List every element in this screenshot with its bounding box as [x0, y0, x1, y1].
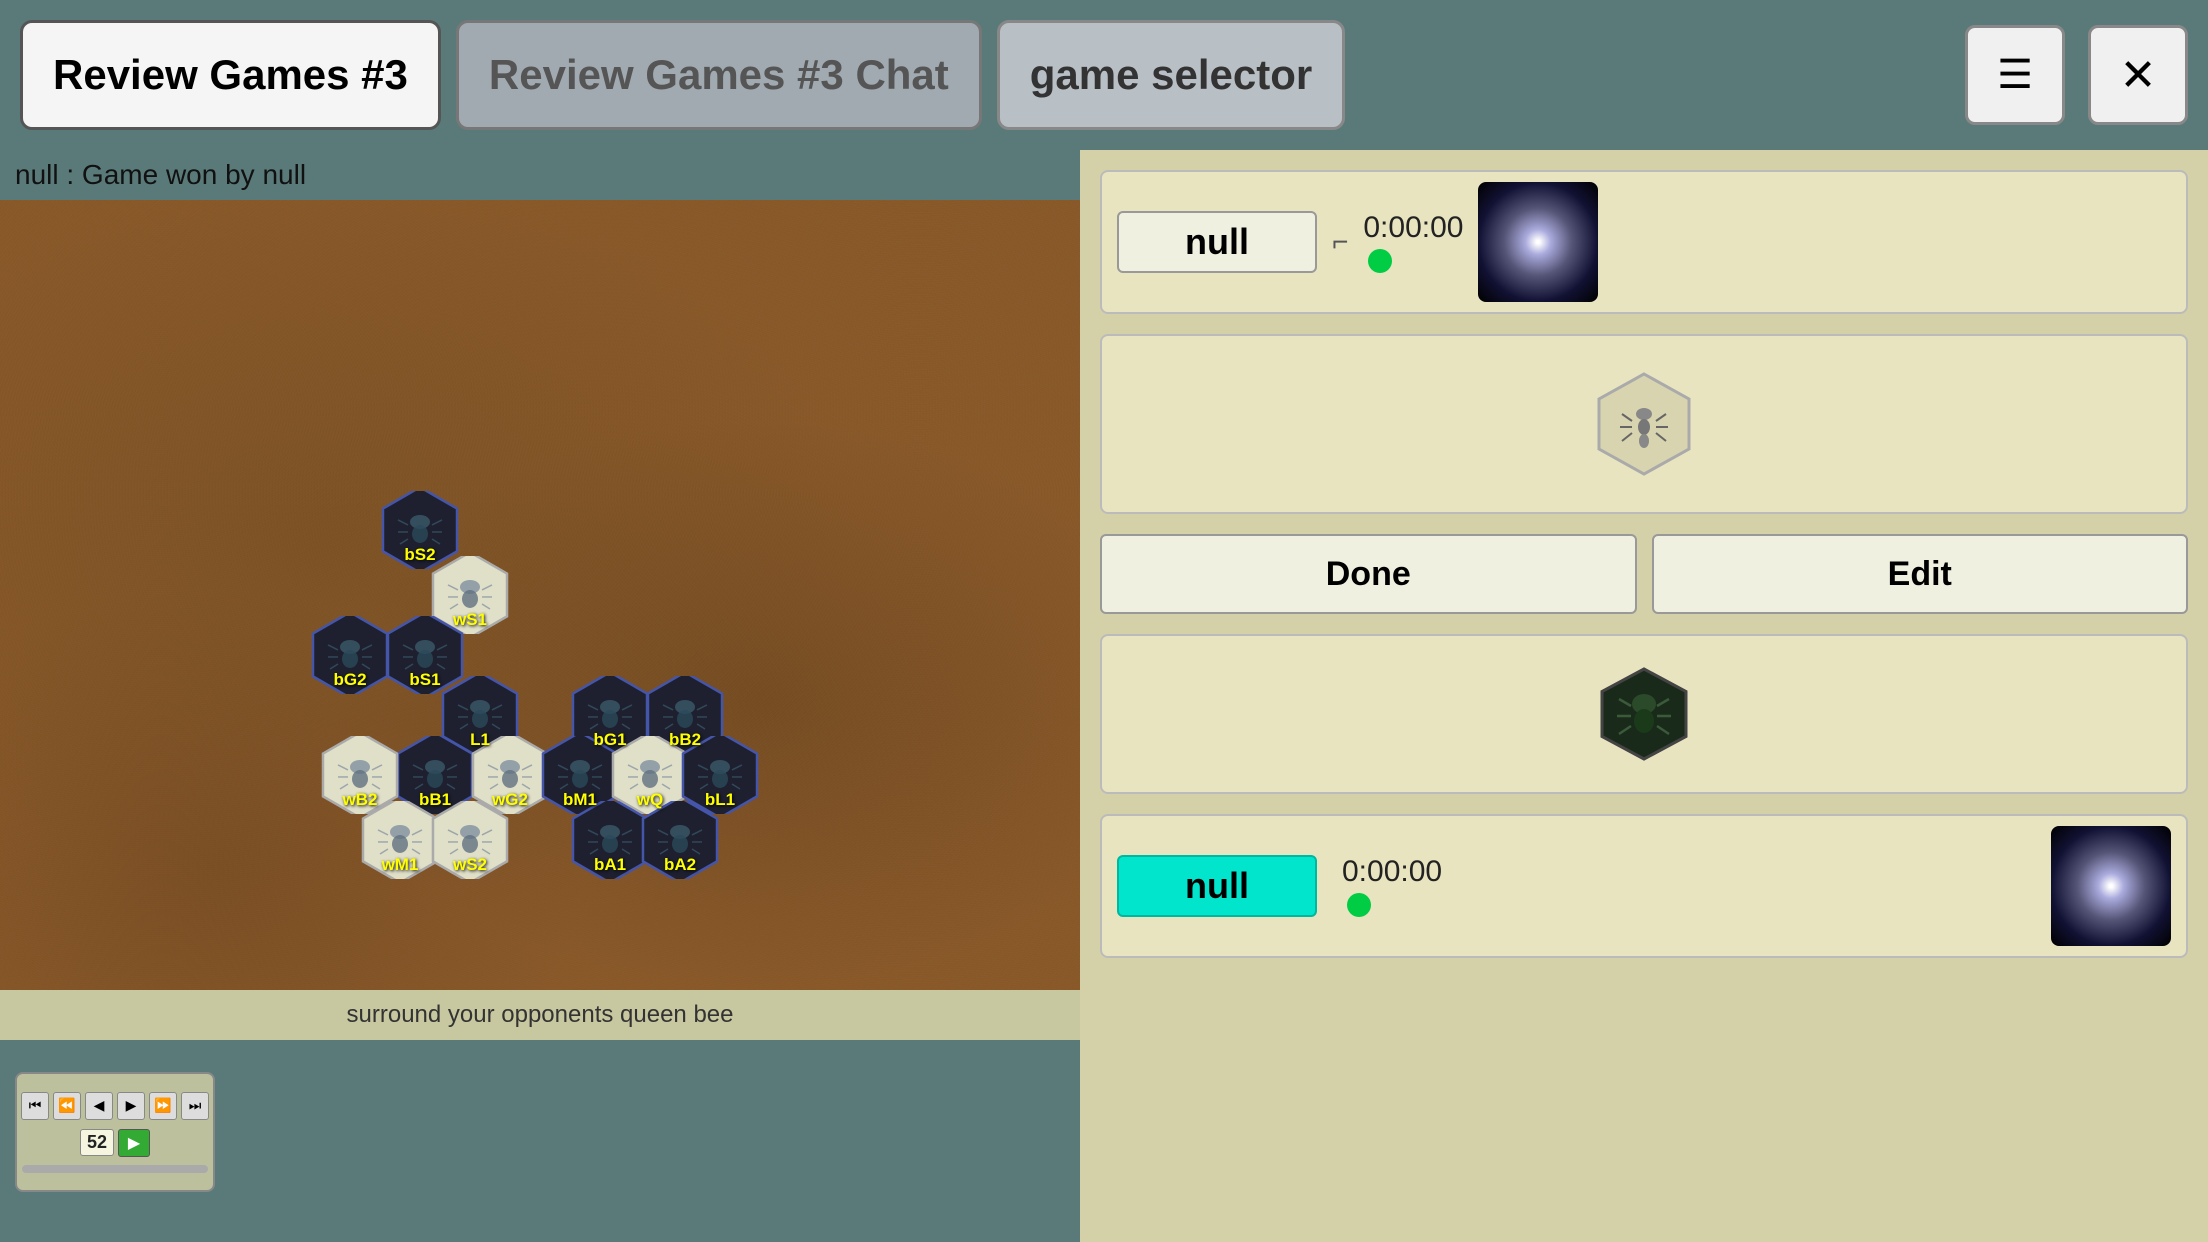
- menu-icon: ☰: [1997, 52, 2033, 98]
- piece-display: [1100, 634, 2188, 794]
- top-bar: Review Games #3 Review Games #3 Chat gam…: [0, 0, 2208, 150]
- pb-next[interactable]: ▶: [117, 1092, 145, 1120]
- tab-chat[interactable]: Review Games #3 Chat: [456, 20, 982, 130]
- player2-avatar: [2051, 826, 2171, 946]
- pb-play[interactable]: ▶: [118, 1129, 150, 1157]
- action-buttons: Done Edit: [1100, 534, 2188, 614]
- tile-preview-svg: [1584, 369, 1704, 479]
- tooltip-text: surround your opponents queen bee: [347, 1001, 734, 1029]
- tab-review-games[interactable]: Review Games #3: [20, 20, 441, 130]
- player1-time: 0:00:00: [1363, 211, 1463, 245]
- player2-name-btn[interactable]: null: [1117, 855, 1317, 917]
- player1-avatar: [1478, 182, 1598, 302]
- player1-galaxy-img: [1478, 182, 1598, 302]
- menu-button[interactable]: ☰: [1965, 25, 2065, 125]
- player2-dot: [1347, 893, 1371, 917]
- close-icon: ✕: [2120, 50, 2157, 101]
- pb-progress[interactable]: [22, 1165, 208, 1173]
- tile-display: [1100, 334, 2188, 514]
- hex-piece-bA2[interactable]: bA2: [635, 801, 725, 879]
- player1-name-btn[interactable]: null: [1117, 211, 1317, 273]
- player2-galaxy-img: [2051, 826, 2171, 946]
- piece-preview-svg: [1589, 664, 1699, 764]
- player1-arrow: ⌐: [1332, 226, 1348, 258]
- edit-button[interactable]: Edit: [1652, 534, 2189, 614]
- pb-counter: 52: [80, 1129, 114, 1156]
- hex-container: bS2 wS1: [0, 200, 1080, 1040]
- game-status-text: null : Game won by null: [15, 159, 306, 191]
- hex-piece-wS2[interactable]: wS2: [425, 801, 515, 879]
- player1-dot: [1368, 249, 1392, 273]
- pb-prev-fast[interactable]: ⏪: [53, 1092, 81, 1120]
- playback-controls: ⏮ ⏪ ◀ ▶ ⏩ ⏭ 52 ▶: [15, 1072, 215, 1192]
- pb-next-fast[interactable]: ⏩: [149, 1092, 177, 1120]
- board-tooltip: surround your opponents queen bee: [0, 990, 1080, 1040]
- status-bar: null : Game won by null: [0, 150, 1080, 200]
- player2-time: 0:00:00: [1342, 855, 1442, 889]
- tab-game-selector[interactable]: game selector: [997, 20, 1345, 130]
- player2-card: null 0:00:00: [1100, 814, 2188, 958]
- player1-card: null ⌐ 0:00:00: [1100, 170, 2188, 314]
- close-button[interactable]: ✕: [2088, 25, 2188, 125]
- right-panel: null ⌐ 0:00:00 Done Edit: [1080, 150, 2208, 1242]
- pb-prev[interactable]: ◀: [85, 1092, 113, 1120]
- board-area[interactable]: bS2 wS1: [0, 200, 1080, 1040]
- done-button[interactable]: Done: [1100, 534, 1637, 614]
- pb-last[interactable]: ⏭: [181, 1092, 209, 1120]
- pb-first[interactable]: ⏮: [21, 1092, 49, 1120]
